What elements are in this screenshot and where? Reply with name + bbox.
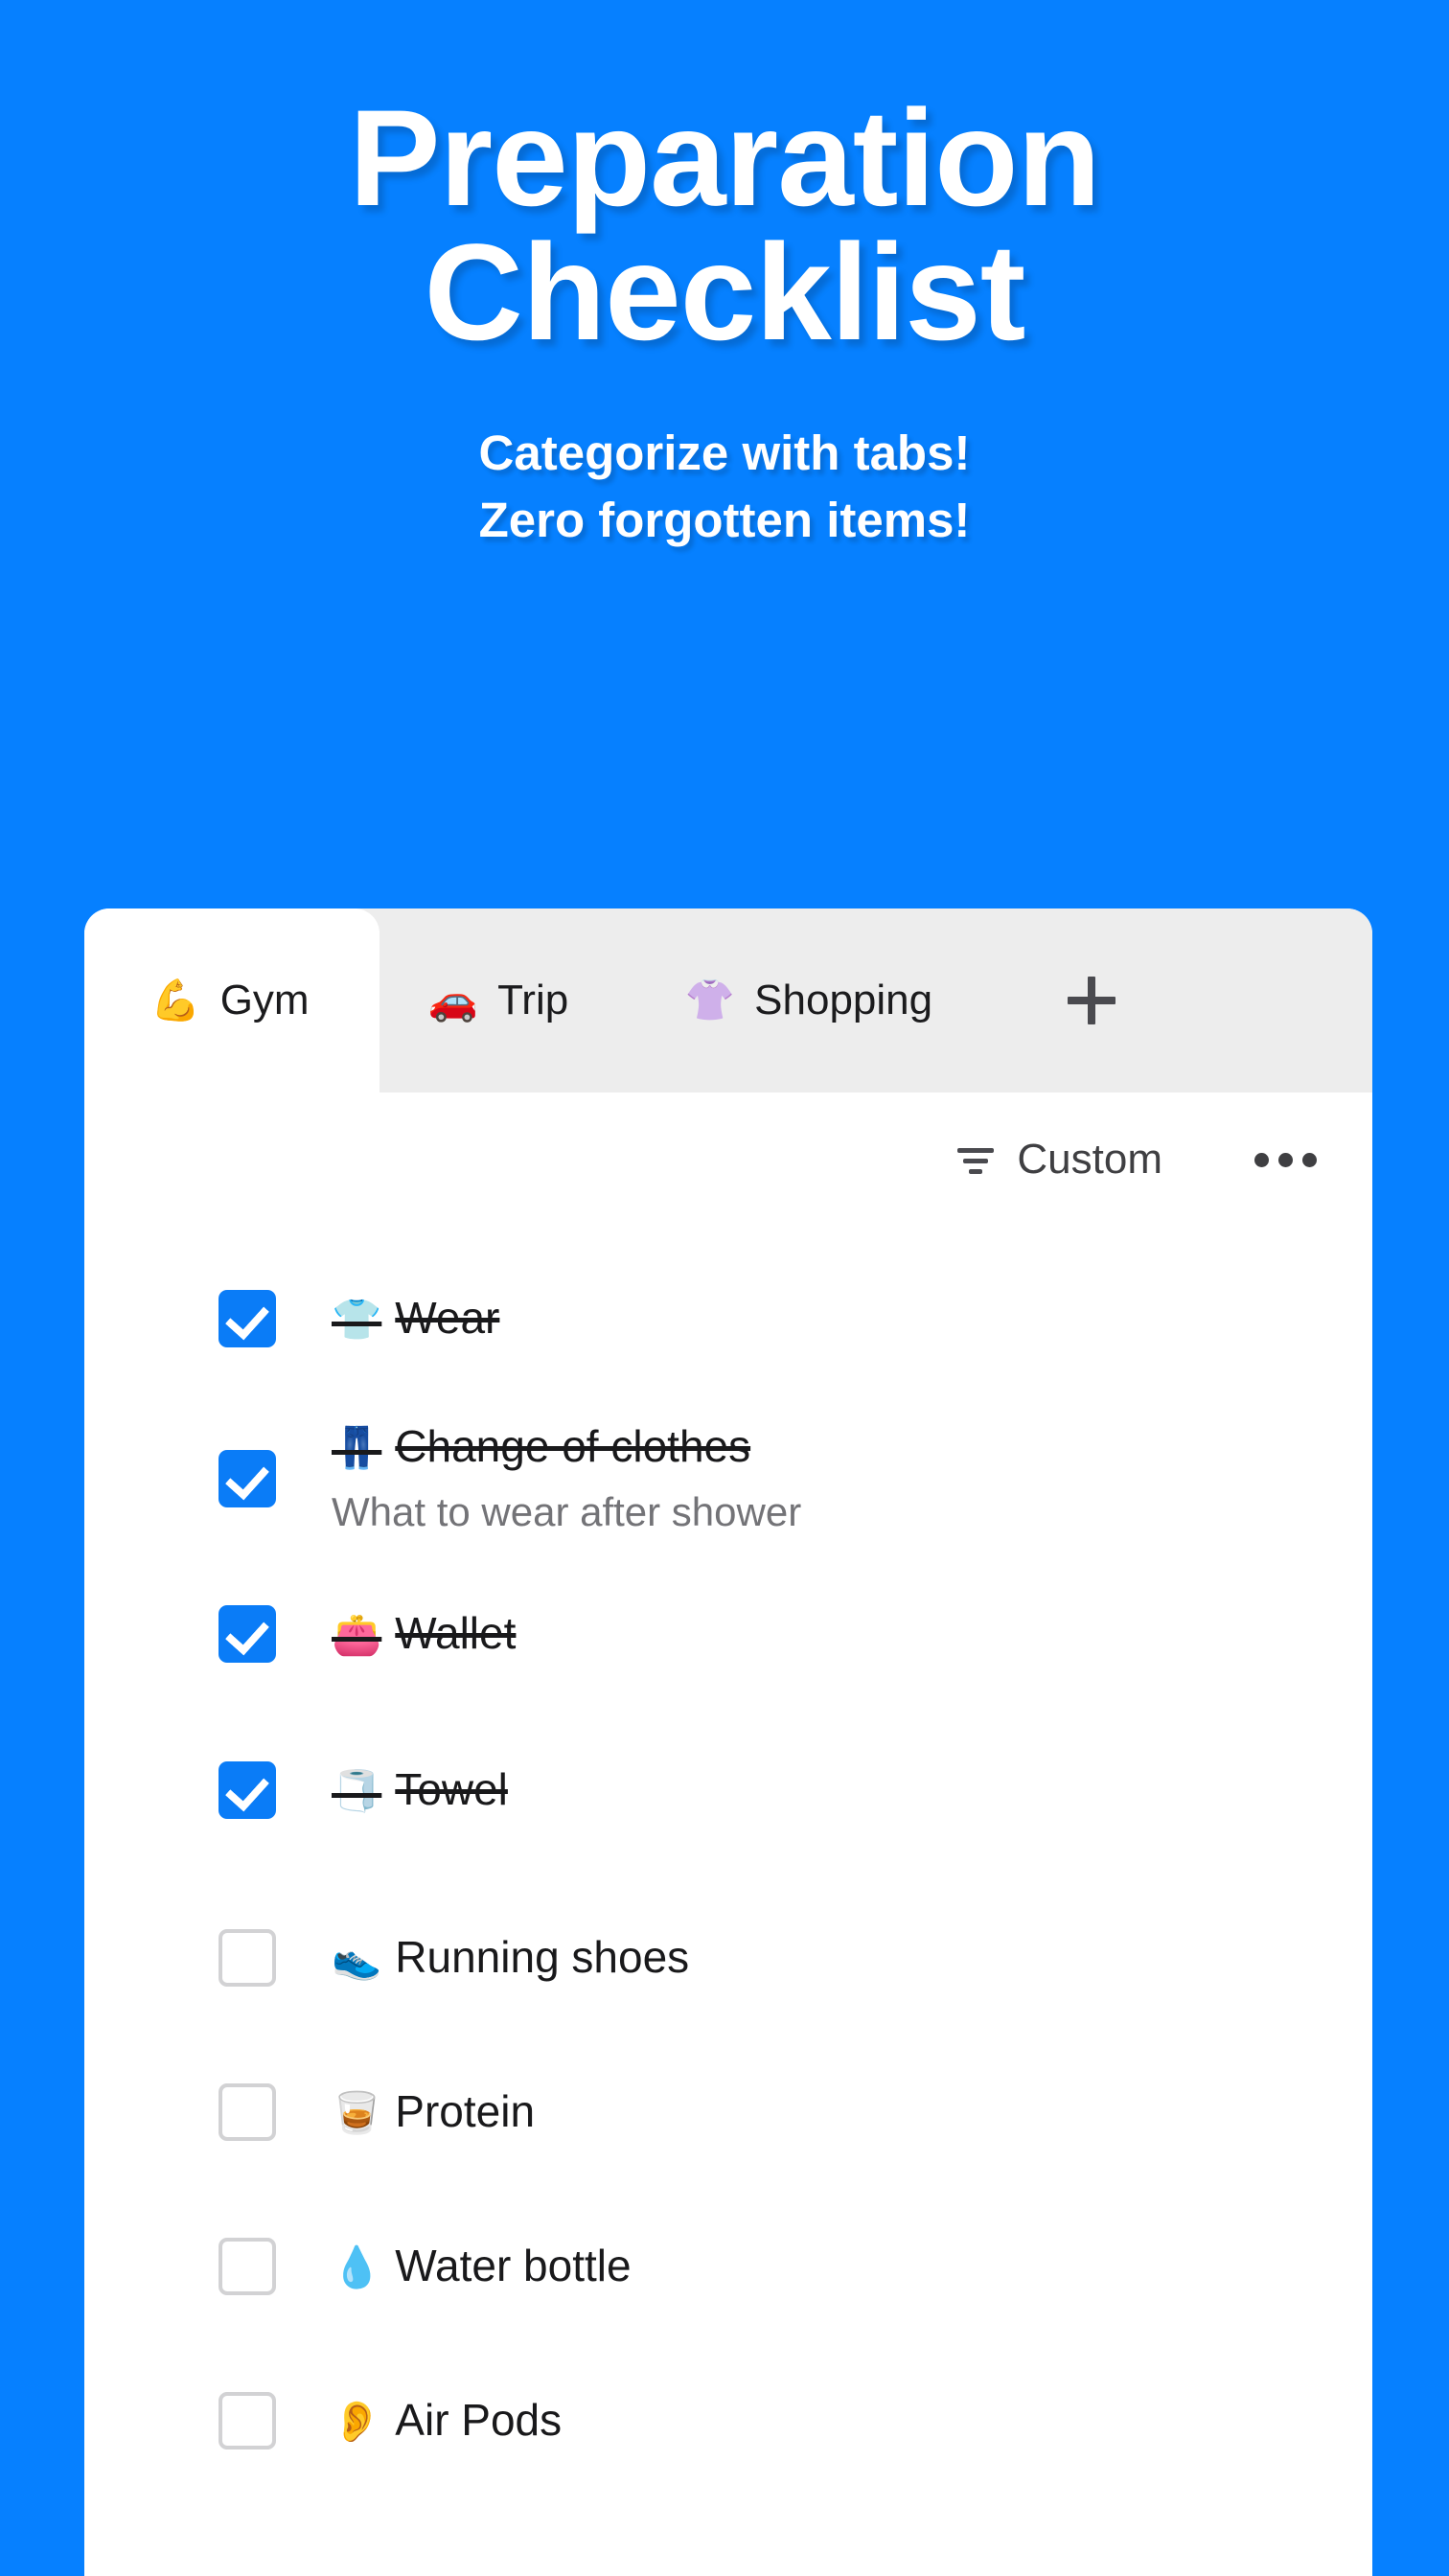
sort-lines-icon bbox=[957, 1145, 995, 1174]
list-item-title: 🥃 Protein bbox=[332, 2084, 535, 2140]
app-screenshot-card: 💪 Gym 🚗 Trip 👚 Shopping Custom 👕 Wear 👖 … bbox=[84, 908, 1372, 2576]
tab-shopping-label: Shopping bbox=[754, 977, 933, 1024]
checkbox-checked[interactable] bbox=[218, 1450, 276, 1508]
more-horizontal-icon-dot bbox=[1254, 1152, 1269, 1167]
more-options-button[interactable] bbox=[1254, 1152, 1317, 1167]
roll-of-paper-icon: 🧻 bbox=[332, 1767, 382, 1813]
page-title-line-2: Checklist bbox=[424, 217, 1026, 370]
tab-shopping[interactable]: 👚 Shopping bbox=[617, 908, 1000, 1092]
list-item-text: Water bottle bbox=[395, 2240, 632, 2290]
add-tab-button[interactable] bbox=[1000, 908, 1183, 1092]
page-title: Preparation Checklist bbox=[0, 0, 1449, 370]
list-item-text: Air Pods bbox=[395, 2394, 563, 2445]
checkbox-unchecked[interactable] bbox=[218, 2391, 276, 2450]
list-item[interactable]: 👂 Air Pods bbox=[84, 2365, 1372, 2475]
purse-icon: 👛 bbox=[332, 1611, 382, 1657]
checkbox-checked[interactable] bbox=[218, 1289, 276, 1347]
list-item[interactable]: 👕 Wear bbox=[84, 1263, 1372, 1373]
list-item[interactable]: 👛 Wallet bbox=[84, 1578, 1372, 1689]
tab-bar: 💪 Gym 🚗 Trip 👚 Shopping bbox=[84, 908, 1372, 1092]
list-item-title: 👟 Running shoes bbox=[332, 1930, 689, 1986]
list-item-body: 🧻 Towel bbox=[332, 1762, 508, 1818]
promo-header: Preparation Checklist Categorize with ta… bbox=[0, 0, 1449, 908]
list-item-body: 👖 Change of clothes What to wear after sh… bbox=[332, 1419, 801, 1538]
list-item-body: 🥃 Protein bbox=[332, 2084, 535, 2140]
list-toolbar: Custom bbox=[84, 1092, 1372, 1227]
blouse-icon: 👚 bbox=[684, 978, 736, 1023]
sort-order-button[interactable]: Custom bbox=[957, 1136, 1162, 1184]
list-item[interactable]: 👟 Running shoes bbox=[84, 1902, 1372, 2012]
list-item-title: 👖 Change of clothes bbox=[332, 1419, 801, 1475]
page-subtitle-line-1: Categorize with tabs! bbox=[478, 426, 971, 481]
list-item[interactable]: 💧 Water bottle bbox=[84, 2211, 1372, 2321]
page-title-line-1: Preparation bbox=[349, 82, 1101, 235]
list-item[interactable]: 🧻 Towel bbox=[84, 1735, 1372, 1845]
tumbler-glass-icon: 🥃 bbox=[332, 2089, 382, 2135]
car-icon: 🚗 bbox=[427, 978, 479, 1023]
page-subtitle-line-2: Zero forgotten items! bbox=[478, 493, 971, 548]
running-shoe-icon: 👟 bbox=[332, 1935, 382, 1981]
list-item-text: Wear bbox=[395, 1292, 500, 1343]
list-item-text: Change of clothes bbox=[395, 1421, 751, 1471]
list-item-text: Running shoes bbox=[395, 1931, 690, 1982]
jeans-icon: 👖 bbox=[332, 1425, 382, 1470]
t-shirt-icon: 👕 bbox=[332, 1296, 382, 1342]
list-item-title: 💧 Water bottle bbox=[332, 2239, 632, 2294]
more-horizontal-icon-dot bbox=[1302, 1152, 1317, 1167]
list-item-text: Wallet bbox=[395, 1607, 517, 1658]
list-item-title: 🧻 Towel bbox=[332, 1762, 508, 1818]
tab-gym[interactable]: 💪 Gym bbox=[84, 908, 380, 1092]
checkbox-checked[interactable] bbox=[218, 1760, 276, 1819]
checkbox-unchecked[interactable] bbox=[218, 2082, 276, 2141]
checkbox-checked[interactable] bbox=[218, 1604, 276, 1663]
list-item-body: 👛 Wallet bbox=[332, 1606, 516, 1662]
more-horizontal-icon-dot bbox=[1278, 1152, 1293, 1167]
list-item[interactable]: 🥃 Protein bbox=[84, 2057, 1372, 2167]
list-item-body: 👕 Wear bbox=[332, 1291, 499, 1346]
flexed-biceps-icon: 💪 bbox=[150, 978, 201, 1023]
list-item-text: Towel bbox=[395, 1763, 508, 1814]
tab-gym-label: Gym bbox=[219, 977, 310, 1024]
list-item-title: 👕 Wear bbox=[332, 1291, 499, 1346]
tab-trip[interactable]: 🚗 Trip bbox=[380, 908, 617, 1092]
ear-icon: 👂 bbox=[332, 2398, 382, 2444]
list-item[interactable]: 👖 Change of clothes What to wear after sh… bbox=[84, 1419, 1372, 1538]
list-item-body: 👂 Air Pods bbox=[332, 2393, 562, 2449]
list-item-text: Protein bbox=[395, 2085, 536, 2136]
list-item-body: 👟 Running shoes bbox=[332, 1930, 689, 1986]
list-item-title: 👛 Wallet bbox=[332, 1606, 516, 1662]
sort-order-label: Custom bbox=[1017, 1136, 1162, 1183]
droplet-icon: 💧 bbox=[332, 2243, 382, 2289]
tab-trip-label: Trip bbox=[497, 977, 569, 1024]
list-item-body: 💧 Water bottle bbox=[332, 2239, 632, 2294]
checkbox-unchecked[interactable] bbox=[218, 1928, 276, 1987]
list-item-note: What to wear after shower bbox=[332, 1488, 802, 1534]
list-item-title: 👂 Air Pods bbox=[332, 2393, 562, 2449]
plus-icon bbox=[1068, 977, 1116, 1024]
page-subtitle: Categorize with tabs! Zero forgotten ite… bbox=[0, 360, 1449, 554]
checklist: 👕 Wear 👖 Change of clothes What to wear af… bbox=[84, 1263, 1372, 2476]
checkbox-unchecked[interactable] bbox=[218, 2237, 276, 2295]
